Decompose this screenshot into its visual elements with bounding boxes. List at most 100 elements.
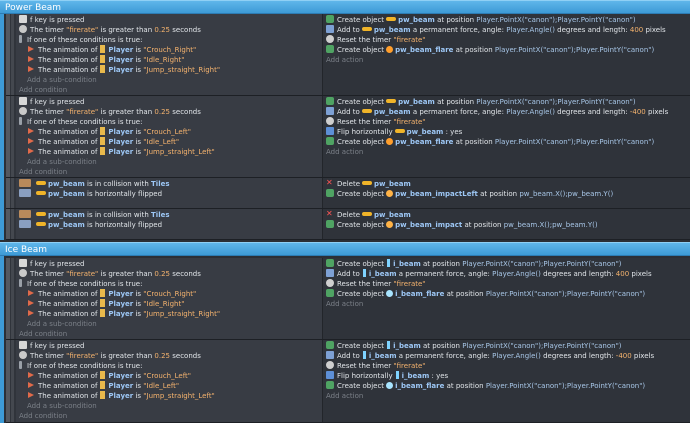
action-create-object[interactable]: Create object pw_beam at position Player.… — [326, 15, 636, 25]
flip-icon — [326, 127, 334, 135]
action-reset-timer[interactable]: Reset the timer "firerate" — [326, 361, 426, 371]
keyboard-icon — [19, 15, 27, 23]
condition-timer[interactable]: The timer "firerate" is greater than 0.2… — [19, 107, 201, 117]
event-fire-left-power[interactable]: f key is pressed The timer "firerate" is… — [6, 96, 690, 178]
actions-column[interactable]: Deletepw_beam Create objectpw_beam_impac… — [322, 178, 690, 208]
event-fire-right-ice[interactable]: f key is pressed The timer "firerate" is… — [6, 258, 690, 340]
add-action-link[interactable]: Add action — [326, 391, 363, 401]
action-create-object[interactable]: Create object pw_beam at position Player.… — [326, 97, 636, 107]
action-reset-timer[interactable]: Reset the timer "firerate" — [326, 117, 426, 127]
condition-collision[interactable]: pw_beam is in collision with Tiles — [19, 210, 170, 220]
action-reset-timer[interactable]: Reset the timer "firerate" — [326, 35, 426, 45]
ice-beam-icon — [362, 351, 366, 359]
action-create-object[interactable]: Create object pw_beam_flare at position P… — [326, 45, 654, 55]
condition-timer[interactable]: The timer "firerate" is greater than 0.2… — [19, 25, 201, 35]
condition-key-pressed[interactable]: f key is pressed — [19, 97, 85, 107]
action-add-force[interactable]: Add to pw_beam a permanent force, angle: … — [326, 107, 668, 117]
conditions-column[interactable]: pw_beam is in collision with Tiles pw_be… — [16, 178, 322, 208]
action-add-force[interactable]: Add to i_beam a permanent force, angle: P… — [326, 269, 652, 279]
add-sub-condition-link[interactable]: Add a sub-condition — [19, 319, 97, 329]
condition-animation[interactable]: The animation of Player is "Idle_Left" — [19, 381, 179, 391]
actions-column[interactable]: Create object pw_beam at position Player.… — [322, 14, 690, 95]
player-icon — [100, 45, 106, 53]
condition-animation[interactable]: The animation of Player is "Jump_straight… — [19, 65, 220, 75]
add-sub-condition-link[interactable]: Add a sub-condition — [19, 157, 97, 167]
condition-animation[interactable]: The animation of Player is "Crouch_Right" — [19, 289, 196, 299]
add-condition-link[interactable]: Add condition — [19, 329, 67, 339]
condition-collision[interactable]: pw_beam is in collision with Tiles — [19, 179, 170, 189]
condition-animation[interactable]: The animation of Player is "Idle_Left" — [19, 137, 179, 147]
action-add-force[interactable]: Add to pw_beam a permanent force, angle: … — [326, 25, 666, 35]
action-create-object[interactable]: Create object pw_beam_impact at position … — [326, 220, 598, 230]
condition-key-pressed[interactable]: f key is pressed — [19, 259, 85, 269]
condition-animation[interactable]: The animation of Player is "Jump_straight… — [19, 391, 215, 401]
force-icon — [326, 25, 334, 33]
actions-column[interactable]: Deletepw_beam Create objectpw_beam_impac… — [322, 209, 690, 239]
action-delete-object[interactable]: Deletepw_beam — [326, 209, 411, 220]
condition-flipped[interactable]: pw_beam is horizontally flipped — [19, 189, 162, 199]
condition-key-pressed[interactable]: f key is pressed — [19, 15, 85, 25]
player-icon — [100, 391, 106, 399]
condition-animation[interactable]: The animation of Player is "Crouch_Left" — [19, 371, 191, 381]
condition-or-block[interactable]: If one of these conditions is true: — [19, 279, 142, 289]
conditions-column[interactable]: f key is pressed The timer "firerate" is… — [16, 14, 322, 95]
action-create-object[interactable]: Create object pw_beam_impactLeft at posit… — [326, 189, 613, 199]
conditions-column[interactable]: f key is pressed The timer "firerate" is… — [16, 96, 322, 177]
action-flip-horizontally[interactable]: Flip horizontally pw_beam : yes — [326, 127, 462, 137]
condition-animation[interactable]: The animation of Player is "Jump_straight… — [19, 147, 215, 157]
action-create-object[interactable]: Create object i_beam at position Player.P… — [326, 259, 622, 269]
condition-animation[interactable]: The animation of Player is "Crouch_Right" — [19, 45, 196, 55]
create-object-icon — [326, 137, 334, 145]
player-icon — [100, 65, 106, 73]
action-create-object[interactable]: Create object i_beam_flare at position Pl… — [326, 381, 645, 391]
beam-icon — [386, 99, 397, 103]
condition-animation[interactable]: The animation of Player is "Idle_Right" — [19, 55, 184, 65]
add-action-link[interactable]: Add action — [326, 147, 363, 157]
event-collision-flipped[interactable]: pw_beam is in collision with Tiles pw_be… — [6, 209, 690, 240]
actions-column[interactable]: Create object pw_beam at position Player.… — [322, 96, 690, 177]
condition-or-block[interactable]: If one of these conditions is true: — [19, 117, 142, 127]
event-fire-right-power[interactable]: f key is pressed The timer "firerate" is… — [6, 14, 690, 96]
add-condition-link[interactable]: Add condition — [19, 85, 67, 95]
action-create-object[interactable]: Create object i_beam at position Player.P… — [326, 341, 622, 351]
player-icon — [100, 289, 106, 297]
event-fire-left-ice[interactable]: f key is pressed The timer "firerate" is… — [6, 340, 690, 423]
conditions-column[interactable]: f key is pressed The timer "firerate" is… — [16, 258, 322, 339]
condition-or-block[interactable]: If one of these conditions is true: — [19, 35, 142, 45]
add-action-link[interactable]: Add action — [326, 299, 363, 309]
action-reset-timer[interactable]: Reset the timer "firerate" — [326, 279, 426, 289]
timer-icon — [326, 361, 334, 369]
add-sub-condition-link[interactable]: Add a sub-condition — [19, 75, 97, 85]
conditions-column[interactable]: f key is pressed The timer "firerate" is… — [16, 340, 322, 422]
action-create-object[interactable]: Create object pw_beam_flare at position P… — [326, 137, 654, 147]
animation-icon — [27, 55, 35, 63]
actions-column[interactable]: Create object i_beam at position Player.P… — [322, 258, 690, 339]
group-header-ice-beam[interactable]: Ice Beam — [0, 242, 690, 256]
add-sub-condition-link[interactable]: Add a sub-condition — [19, 401, 97, 411]
conditions-column[interactable]: pw_beam is in collision with Tiles pw_be… — [16, 209, 322, 239]
condition-timer[interactable]: The timer "firerate" is greater than 0.2… — [19, 269, 201, 279]
add-condition-link[interactable]: Add condition — [19, 411, 67, 421]
group-header-power-beam[interactable]: Power Beam — [0, 0, 690, 14]
timer-icon — [326, 279, 334, 287]
add-action-link[interactable]: Add action — [326, 55, 363, 65]
actions-column[interactable]: Create object i_beam at position Player.P… — [322, 340, 690, 422]
impact-icon — [386, 190, 394, 197]
timer-icon — [326, 35, 334, 43]
condition-or-block[interactable]: If one of these conditions is true: — [19, 361, 142, 371]
action-flip-horizontally[interactable]: Flip horizontally i_beam : yes — [326, 371, 448, 381]
add-condition-link[interactable]: Add condition — [19, 167, 67, 177]
group-gutter — [0, 14, 4, 240]
action-add-force[interactable]: Add to i_beam a permanent force, angle: P… — [326, 351, 654, 361]
animation-icon — [27, 147, 35, 155]
condition-flipped[interactable]: pw_beam is horizontally flipped — [19, 220, 162, 230]
condition-timer[interactable]: The timer "firerate" is greater than 0.2… — [19, 351, 201, 361]
action-delete-object[interactable]: Deletepw_beam — [326, 178, 411, 189]
condition-animation[interactable]: The animation of Player is "Crouch_Left" — [19, 127, 191, 137]
beam-icon — [362, 212, 372, 216]
event-collision-not-flipped[interactable]: pw_beam is in collision with Tiles pw_be… — [6, 178, 690, 209]
condition-animation[interactable]: The animation of Player is "Idle_Right" — [19, 299, 184, 309]
condition-key-pressed[interactable]: f key is pressed — [19, 341, 85, 351]
condition-animation[interactable]: The animation of Player is "Jump_straight… — [19, 309, 220, 319]
action-create-object[interactable]: Create object i_beam_flare at position Pl… — [326, 289, 645, 299]
